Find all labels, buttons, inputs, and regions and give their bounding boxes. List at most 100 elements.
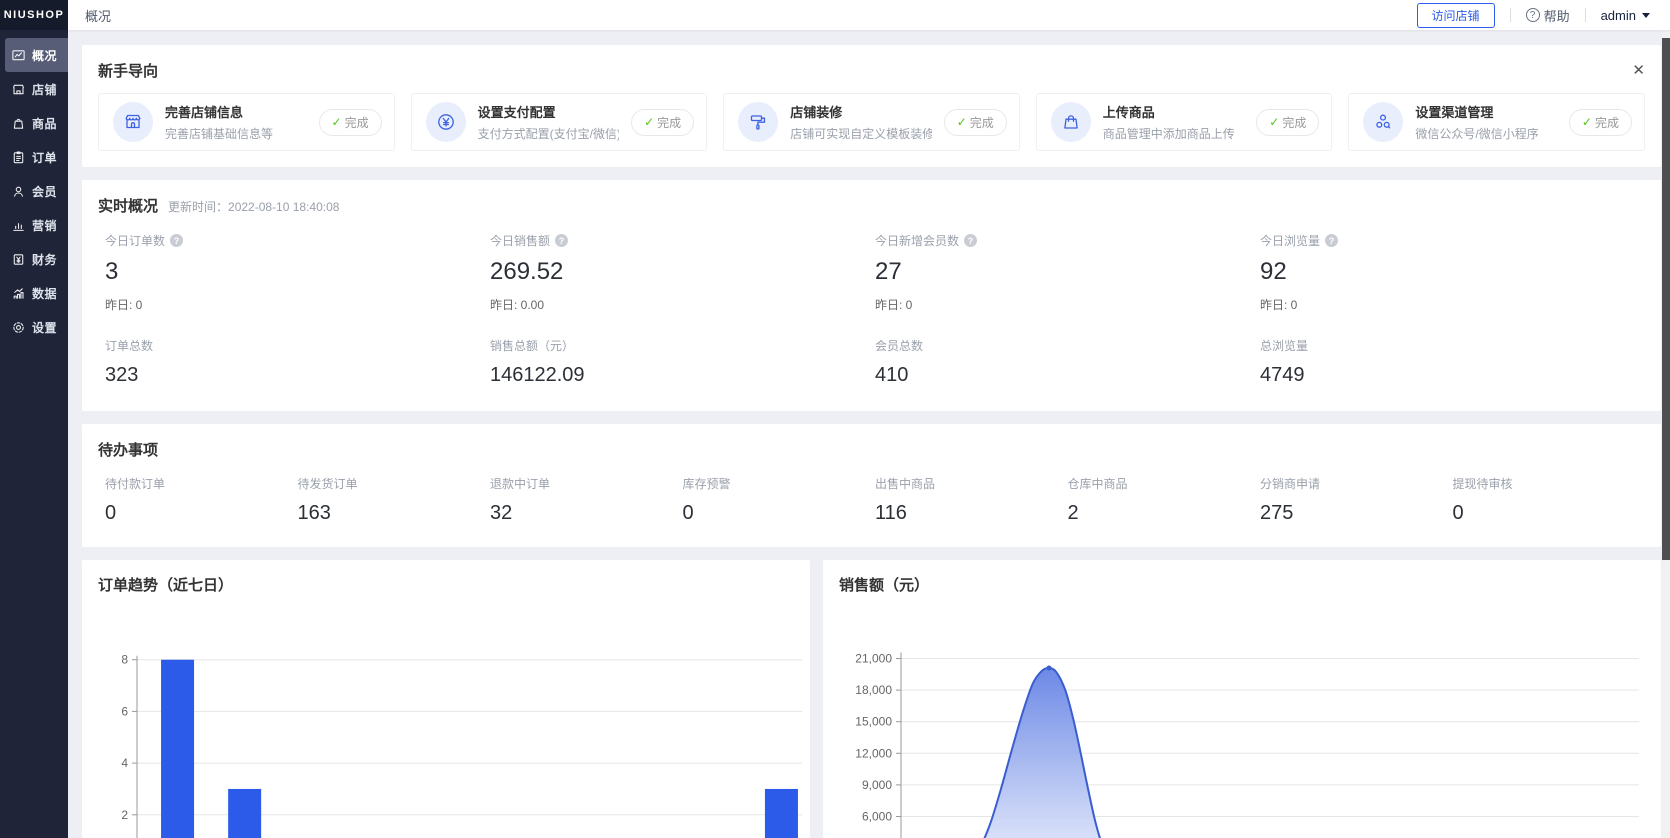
sidebar-nav: 概况 店铺 商品 订单 会员 营销 <box>0 30 68 344</box>
todo-item-stock-warning[interactable]: 库存预警0 <box>683 475 876 525</box>
sidebar-item-label: 商品 <box>32 115 57 132</box>
todo-item-to-ship-orders[interactable]: 待发货订单163 <box>298 475 491 525</box>
stat-label: 总浏览量 <box>1260 337 1308 354</box>
stat-today-orders: 今日订单数? 3 昨日: 0 <box>105 232 490 313</box>
help-link[interactable]: ? 帮助 <box>1526 6 1570 25</box>
svg-text:15,000: 15,000 <box>855 715 892 729</box>
sidebar-item-marketing[interactable]: 营销 <box>0 208 68 242</box>
topbar-right: 访问店铺 ? 帮助 admin <box>1417 3 1650 28</box>
todo-item-withdraw-review[interactable]: 提现待审核0 <box>1453 475 1646 525</box>
done-badge: ✓完成 <box>319 109 382 136</box>
sidebar-item-settings[interactable]: 设置 <box>0 310 68 344</box>
sidebar: NIUSHOP 概况 店铺 商品 订单 会员 <box>0 0 68 838</box>
question-icon[interactable]: ? <box>964 234 977 247</box>
sidebar-item-label: 数据 <box>32 285 57 302</box>
todo-item-on-sale-goods[interactable]: 出售中商品116 <box>875 475 1068 525</box>
sidebar-item-members[interactable]: 会员 <box>0 174 68 208</box>
stat-total-orders: 订单总数 323 <box>105 337 490 387</box>
done-badge: ✓完成 <box>1256 109 1319 136</box>
finance-icon <box>11 252 26 267</box>
stat-prev: 昨日: 0 <box>105 296 490 313</box>
svg-text:2: 2 <box>121 808 128 822</box>
sidebar-item-goods[interactable]: 商品 <box>0 106 68 140</box>
question-icon[interactable]: ? <box>170 234 183 247</box>
check-icon: ✓ <box>1582 115 1592 129</box>
svg-text:6,000: 6,000 <box>862 810 892 824</box>
divider <box>1510 8 1511 22</box>
todo-item-distributor-apply[interactable]: 分销商申请275 <box>1260 475 1453 525</box>
orders-icon <box>11 150 26 165</box>
sidebar-item-store[interactable]: 店铺 <box>0 72 68 106</box>
close-icon[interactable]: ✕ <box>1632 63 1645 78</box>
store-icon <box>11 82 26 97</box>
paint-roller-icon <box>738 102 778 142</box>
guide-card-title: 完善店铺信息 <box>165 102 307 121</box>
guide-card-channels[interactable]: 设置渠道管理 微信公众号/微信小程序 ✓完成 <box>1348 93 1645 151</box>
update-time: 更新时间：2022-08-10 18:40:08 <box>168 198 339 215</box>
todo-item-refunding-orders[interactable]: 退款中订单32 <box>490 475 683 525</box>
app-logo: NIUSHOP <box>0 0 68 30</box>
question-icon[interactable]: ? <box>1325 234 1338 247</box>
user-menu[interactable]: admin <box>1601 8 1650 23</box>
stat-total-members: 会员总数 410 <box>875 337 1260 387</box>
guide-title: 新手导向 <box>98 60 158 81</box>
username: admin <box>1601 8 1636 23</box>
sidebar-item-label: 营销 <box>32 217 57 234</box>
sidebar-item-label: 店铺 <box>32 81 57 98</box>
goods-icon <box>11 116 26 131</box>
stat-value: 410 <box>875 364 1260 387</box>
todo-section: 待办事项 待付款订单0 待发货订单163 退款中订单32 库存预警0 出售中商品… <box>82 424 1661 547</box>
settings-icon <box>11 320 26 335</box>
svg-text:8: 8 <box>121 653 128 667</box>
check-icon: ✓ <box>644 115 654 129</box>
stat-label: 今日订单数 <box>105 232 165 249</box>
todo-item-warehouse-goods[interactable]: 仓库中商品2 <box>1068 475 1261 525</box>
scrollbar-thumb[interactable] <box>1662 38 1670 560</box>
guide-card-desc: 完善店铺基础信息等 <box>165 125 307 142</box>
overview-icon <box>11 48 26 63</box>
sidebar-item-label: 设置 <box>32 319 57 336</box>
check-icon: ✓ <box>957 115 967 129</box>
total-stats-grid: 订单总数 323 销售总额（元） 146122.09 会员总数 410 总浏览量… <box>98 337 1645 387</box>
newbie-guide-section: 新手导向 ✕ 完善店铺信息 完善店铺基础信息等 ✓完成 <box>82 45 1661 167</box>
main-area: 概况 访问店铺 ? 帮助 admin 新手导向 ✕ <box>68 0 1670 838</box>
stat-value: 3 <box>105 258 490 286</box>
sidebar-item-orders[interactable]: 订单 <box>0 140 68 174</box>
guide-card-store-info[interactable]: 完善店铺信息 完善店铺基础信息等 ✓完成 <box>98 93 395 151</box>
svg-text:4: 4 <box>121 756 128 770</box>
charts-row: 订单趋势（近七日） 2468 销售额（元） 3,0006,0009,00012,… <box>82 560 1661 838</box>
todo-grid: 待付款订单0 待发货订单163 退款中订单32 库存预警0 出售中商品116 仓… <box>98 475 1645 525</box>
sidebar-item-label: 会员 <box>32 183 57 200</box>
help-icon: ? <box>1526 8 1540 22</box>
scrollbar[interactable] <box>1662 30 1670 838</box>
realtime-overview-section: 实时概况 更新时间：2022-08-10 18:40:08 今日订单数? 3 昨… <box>82 180 1661 411</box>
question-icon[interactable]: ? <box>555 234 568 247</box>
topbar: 概况 访问店铺 ? 帮助 admin <box>68 0 1670 30</box>
stat-total-sales: 销售总额（元） 146122.09 <box>490 337 875 387</box>
guide-card-upload-goods[interactable]: 上传商品 商品管理中添加商品上传 ✓完成 <box>1036 93 1333 151</box>
sales-amount-card: 销售额（元） 3,0006,0009,00012,00015,00018,000… <box>823 560 1661 838</box>
app-root: NIUSHOP 概况 店铺 商品 订单 会员 <box>0 0 1670 838</box>
sidebar-item-data[interactable]: 数据 <box>0 276 68 310</box>
storefront-icon <box>113 102 153 142</box>
stat-value: 92 <box>1260 258 1645 286</box>
svg-text:6: 6 <box>121 704 128 718</box>
stat-total-views: 总浏览量 4749 <box>1260 337 1645 387</box>
guide-card-title: 设置支付配置 <box>478 102 620 121</box>
todo-item-unpaid-orders[interactable]: 待付款订单0 <box>105 475 298 525</box>
data-icon <box>11 286 26 301</box>
check-icon: ✓ <box>1269 115 1279 129</box>
guide-card-desc: 微信公众号/微信小程序 <box>1415 125 1557 142</box>
guide-card-desc: 商品管理中添加商品上传 <box>1103 125 1245 142</box>
stat-label: 今日新增会员数 <box>875 232 959 249</box>
visit-store-button[interactable]: 访问店铺 <box>1417 3 1495 28</box>
sidebar-item-label: 订单 <box>32 149 57 166</box>
guide-card-decoration[interactable]: 店铺装修 店铺可实现自定义模板装修 ✓完成 <box>723 93 1020 151</box>
guide-card-payment[interactable]: 设置支付配置 支付方式配置(支付宝/微信) ✓完成 <box>411 93 708 151</box>
stat-prev: 昨日: 0.00 <box>490 296 875 313</box>
svg-text:12,000: 12,000 <box>855 746 892 760</box>
sidebar-item-overview[interactable]: 概况 <box>5 38 68 72</box>
sidebar-item-finance[interactable]: 财务 <box>0 242 68 276</box>
channels-icon <box>1363 102 1403 142</box>
stat-prev: 昨日: 0 <box>1260 296 1645 313</box>
